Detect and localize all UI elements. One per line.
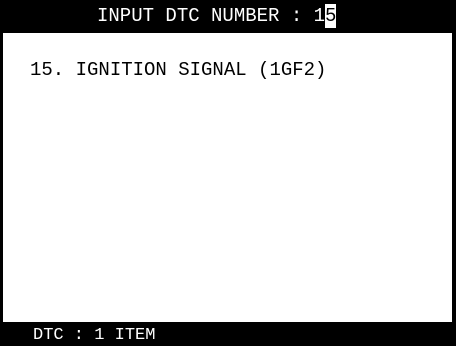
dtc-list-item[interactable]: 15. IGNITION SIGNAL (1GF2) <box>30 57 326 83</box>
dtc-list: 15. IGNITION SIGNAL (1GF2) <box>30 57 326 83</box>
dtc-number-digit: 1 <box>313 5 326 27</box>
diagnostic-screen: INPUT DTC NUMBER : 15 15. IGNITION SIGNA… <box>0 0 456 346</box>
dtc-input-label: INPUT DTC NUMBER : <box>97 5 314 27</box>
dtc-item-unit: ITEM <box>104 326 156 345</box>
dtc-input-prompt: INPUT DTC NUMBER : 15 <box>97 0 337 33</box>
dtc-item-count-status: DTC : 1 ITEM <box>33 322 155 346</box>
dtc-input-cursor: 5 <box>325 4 337 28</box>
dtc-item-count: 1 <box>94 326 105 345</box>
dtc-status-bar: DTC : 1 ITEM <box>3 322 452 346</box>
dtc-input-bar: INPUT DTC NUMBER : 15 <box>3 0 452 33</box>
dtc-number-input[interactable]: 15 <box>314 0 337 33</box>
dtc-status-label: DTC : <box>33 326 95 345</box>
